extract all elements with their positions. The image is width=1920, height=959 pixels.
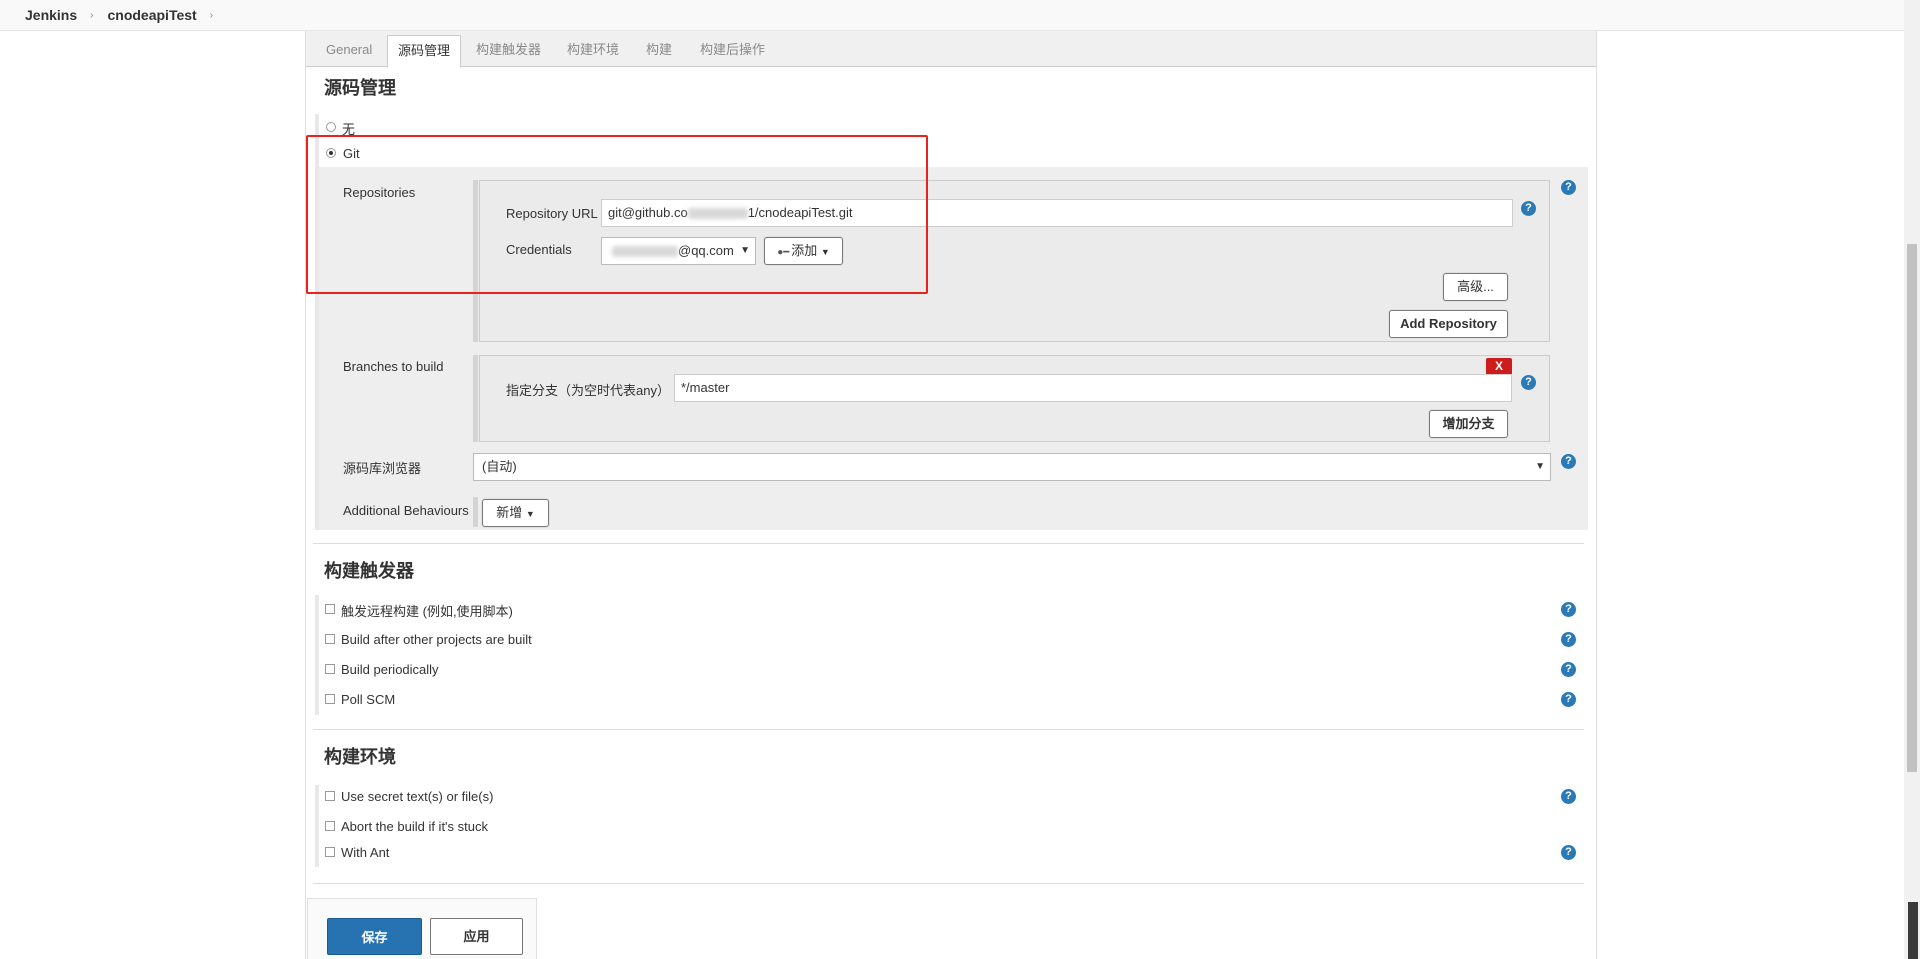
help-icon[interactable]: ? [1521,201,1536,216]
env-left-bar [315,785,319,867]
scrollbar-thumb[interactable] [1907,244,1917,772]
triggers-section-title: 构建触发器 [324,561,414,581]
triggers-left-bar [315,595,319,715]
help-icon[interactable]: ? [1561,692,1576,707]
scm-none-radio[interactable] [326,122,336,132]
save-button[interactable]: 保存 [327,918,422,955]
env-abort-stuck-checkbox[interactable] [325,821,335,831]
section-divider [313,729,1584,730]
trigger-remote-checkbox[interactable] [325,604,335,614]
branches-bar [473,355,478,442]
env-secret-checkbox[interactable] [325,791,335,801]
trigger-poll-scm-checkbox[interactable] [325,694,335,704]
behaviours-bar [473,497,478,527]
env-secret-label: Use secret text(s) or file(s) [341,789,494,804]
highlight-annotation [306,135,928,294]
add-behaviour-label: 新增 [496,505,523,520]
section-divider [313,883,1584,884]
add-branch-button[interactable]: 增加分支 [1429,410,1508,438]
remove-branch-button[interactable]: X [1486,358,1512,375]
tab-bar: General 源码管理 构建触发器 构建环境 构建 构建后操作 [306,31,1596,68]
trigger-remote-label: 触发远程构建 (例如,使用脚本) [341,604,513,619]
help-icon[interactable]: ? [1561,789,1576,804]
add-repository-button[interactable]: Add Repository [1389,310,1508,338]
help-icon[interactable]: ? [1561,662,1576,677]
branches-label: Branches to build [343,359,444,374]
env-abort-stuck-label: Abort the build if it's stuck [341,819,488,834]
tab-general[interactable]: General [316,35,382,67]
help-icon[interactable]: ? [1561,454,1576,469]
tab-post-build[interactable]: 构建后操作 [690,35,775,67]
tab-triggers[interactable]: 构建触发器 [466,35,551,67]
apply-button[interactable]: 应用 [430,918,523,955]
env-with-ant-label: With Ant [341,845,390,860]
breadcrumb-job[interactable]: cnodeapiTest [107,7,196,23]
tab-scm[interactable]: 源码管理 [387,35,462,68]
scm-section-title: 源码管理 [324,78,396,98]
section-divider [313,543,1584,544]
chevron-down-icon: ▼ [525,509,535,519]
dropdown-caret-icon: ▼ [1535,461,1545,472]
help-icon[interactable]: ? [1561,602,1576,617]
tab-build-env[interactable]: 构建环境 [557,35,629,67]
trigger-periodic-label: Build periodically [341,662,439,677]
repo-browser-select[interactable]: (自动) ▼ [473,453,1551,481]
env-with-ant-checkbox[interactable] [325,847,335,857]
trigger-poll-scm-label: Poll SCM [341,692,396,707]
help-icon[interactable]: ? [1561,845,1576,860]
breadcrumb: Jenkins › cnodeapiTest › [0,0,1920,31]
branch-specifier-input[interactable]: */master [674,374,1512,402]
additional-behaviours-label: Additional Behaviours [343,503,469,518]
help-icon[interactable]: ? [1521,375,1536,390]
chevron-right-icon[interactable]: › [90,10,93,21]
page-scrollbar[interactable] [1904,0,1920,959]
breadcrumb-jenkins[interactable]: Jenkins [25,7,77,23]
tab-build[interactable]: 构建 [636,35,682,67]
trigger-after-other-label: Build after other projects are built [341,632,532,647]
help-icon[interactable]: ? [1561,180,1576,195]
chevron-right-icon[interactable]: › [210,10,213,21]
env-section-title: 构建环境 [324,747,396,767]
help-icon[interactable]: ? [1561,632,1576,647]
trigger-periodic-checkbox[interactable] [325,664,335,674]
repo-browser-value: (自动) [482,459,517,474]
add-behaviour-button[interactable]: 新增 ▼ [482,499,549,527]
advanced-button[interactable]: 高级... [1443,273,1508,301]
repo-browser-label: 源码库浏览器 [343,461,422,476]
trigger-after-other-checkbox[interactable] [325,634,335,644]
branch-specifier-label: 指定分支（为空时代表any） [506,383,670,398]
side-widget [1908,902,1918,959]
